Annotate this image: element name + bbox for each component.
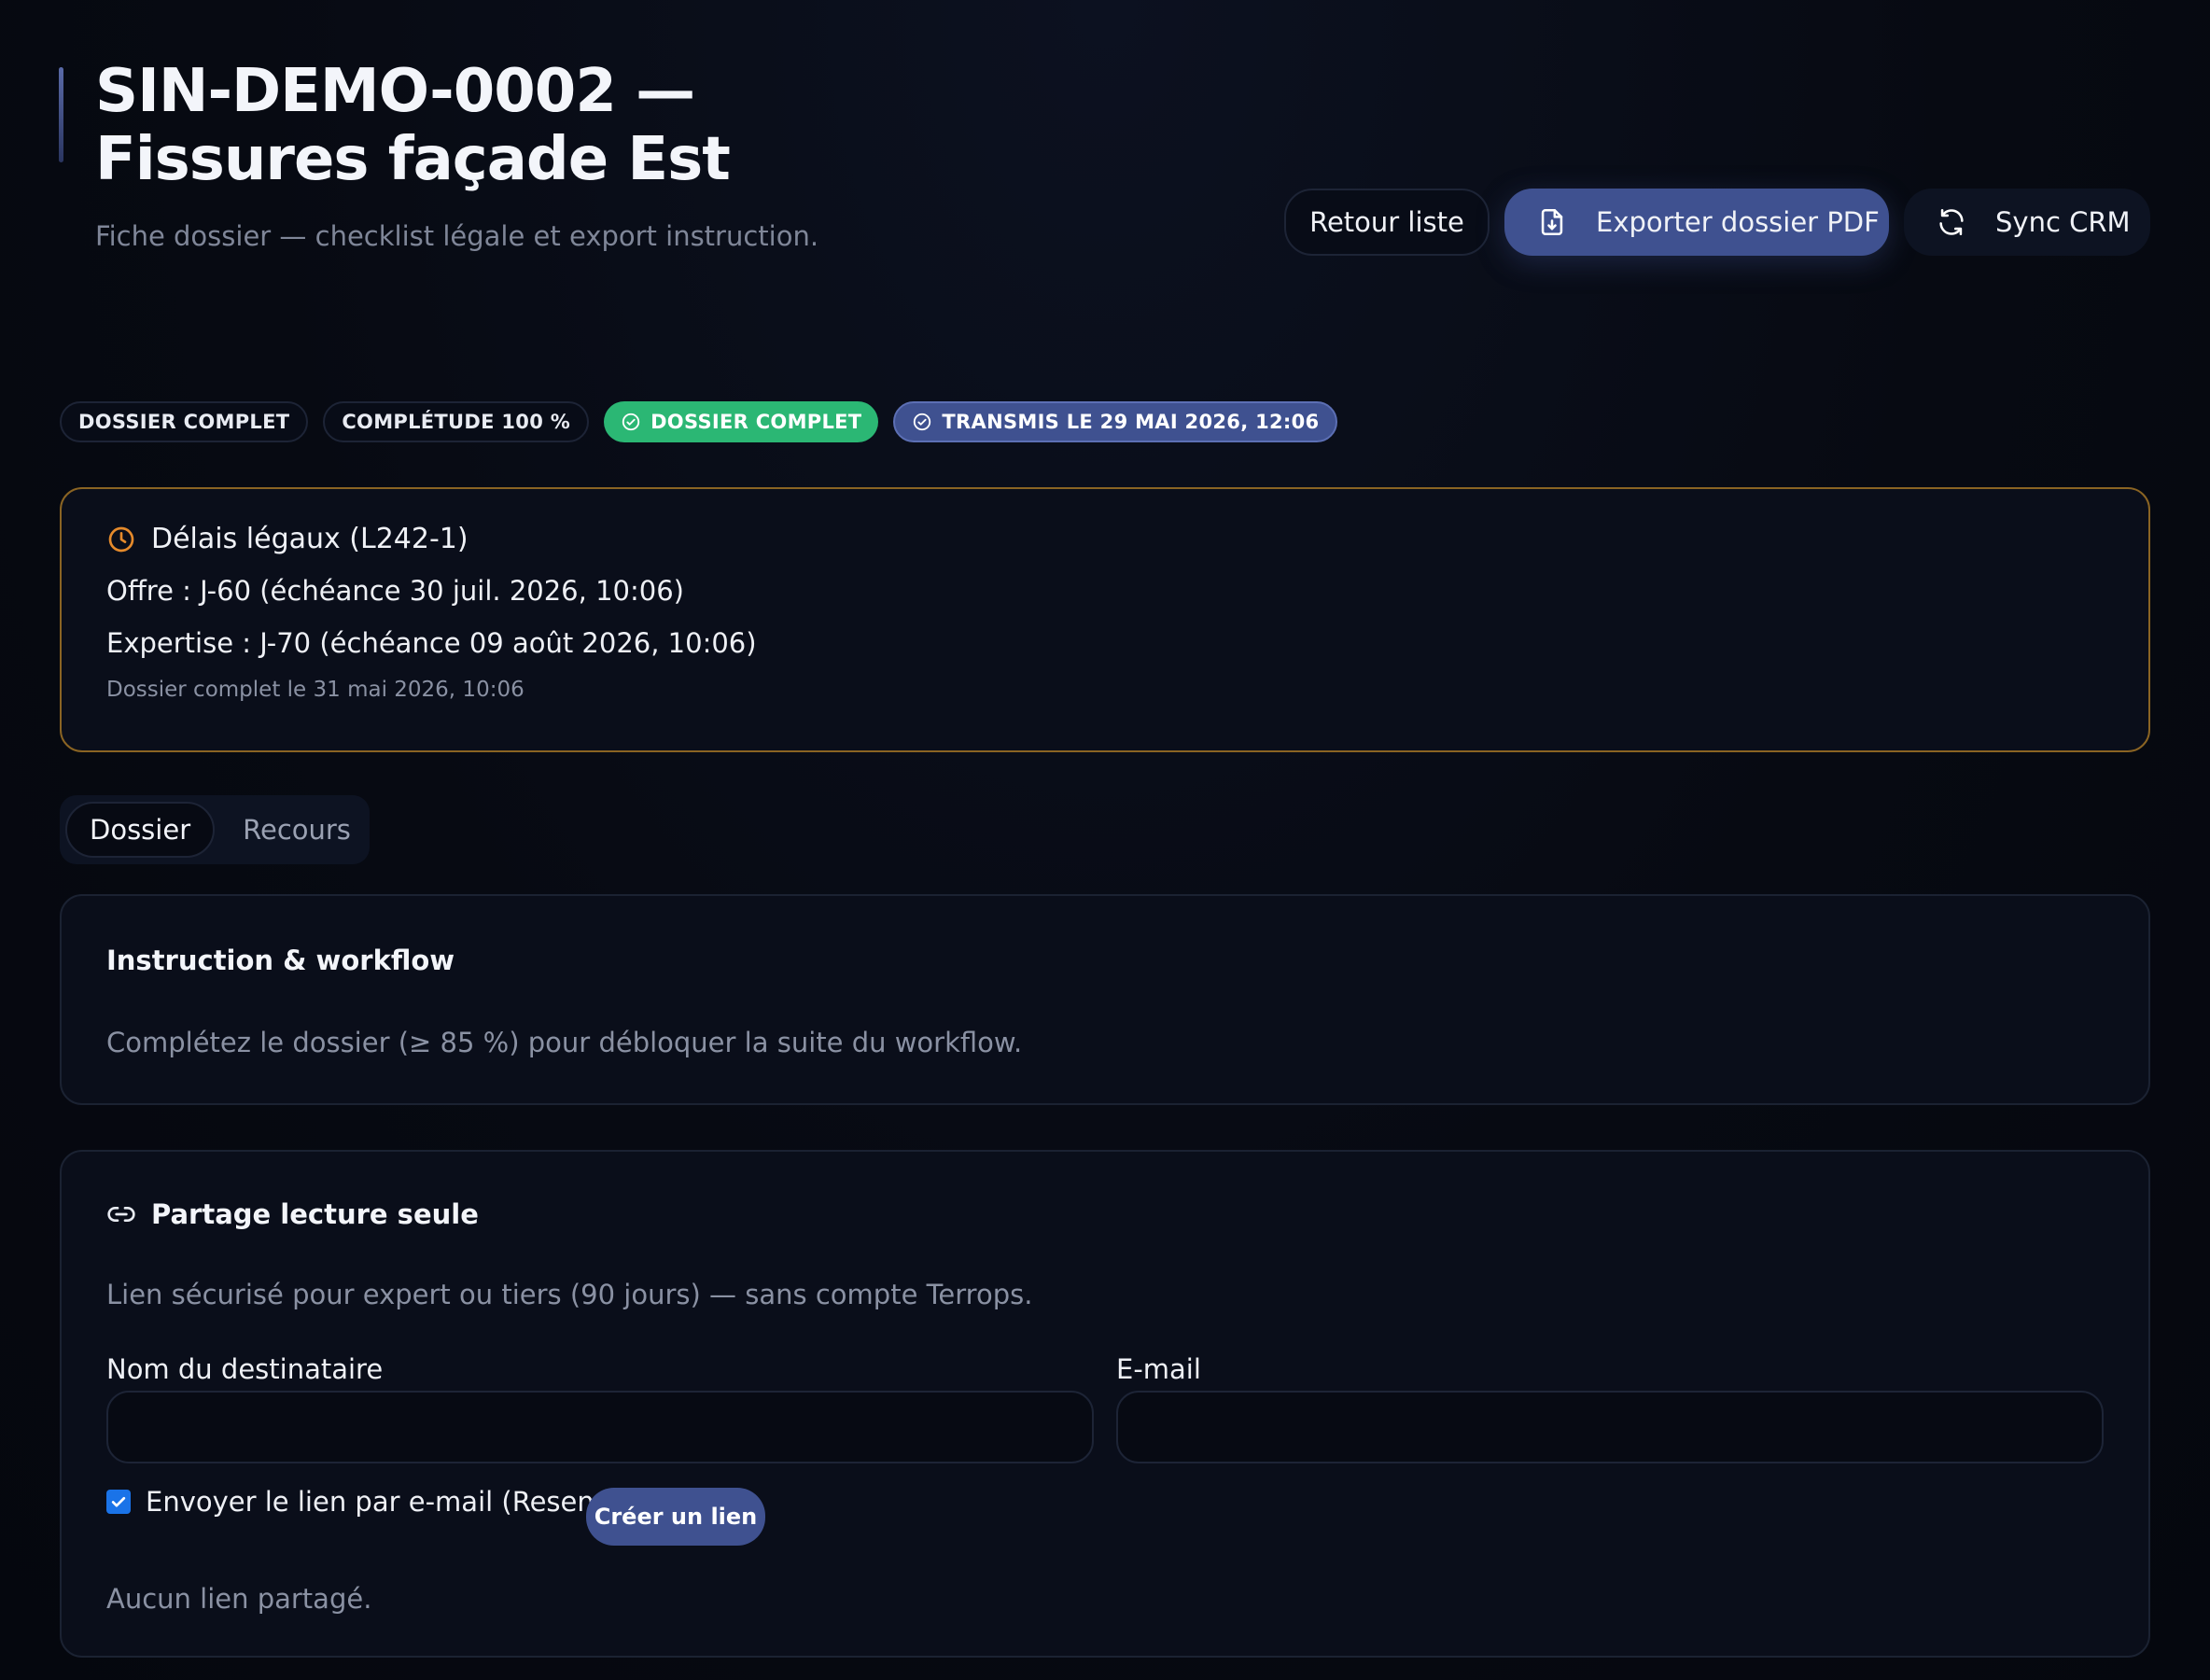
check-circle-icon <box>914 413 931 431</box>
create-link-label: Créer un lien <box>594 1504 758 1530</box>
status-badge-completude: COMPLÉTUDE 100 % <box>323 401 590 442</box>
sync-crm-button[interactable]: Sync CRM <box>1904 189 2150 256</box>
back-to-list-button[interactable]: Retour liste <box>1284 189 1490 256</box>
create-link-button[interactable]: Créer un lien <box>586 1488 765 1546</box>
email-input[interactable] <box>1116 1391 2104 1463</box>
export-pdf-button[interactable]: Exporter dossier PDF <box>1504 189 1889 256</box>
status-badge-complete-check: DOSSIER COMPLET <box>604 401 879 442</box>
status-badge-label: DOSSIER COMPLET <box>650 411 862 433</box>
dossier-complete-date: Dossier complet le 31 mai 2026, 10:06 <box>106 678 525 702</box>
case-detail-page: SIN-DEMO-0002 — Fissures façade Est Fich… <box>0 0 2210 1680</box>
tab-recours[interactable]: Recours <box>220 802 373 858</box>
recipient-name-input[interactable] <box>106 1391 1094 1463</box>
status-badge-dossier-complet: DOSSIER COMPLET <box>60 401 309 442</box>
share-title: Partage lecture seule <box>151 1198 479 1230</box>
legal-deadlines-card: Délais légaux (L242-1) Offre : J-60 (éch… <box>60 487 2150 752</box>
read-only-share-card: Partage lecture seule Lien sécurisé pour… <box>60 1150 2150 1658</box>
status-badge-label: TRANSMIS LE 29 MAI 2026, 12:06 <box>942 411 1320 433</box>
workflow-card: Instruction & workflow Complétez le doss… <box>60 894 2150 1105</box>
check-circle-icon <box>622 413 640 431</box>
status-badge-transmitted: TRANSMIS LE 29 MAI 2026, 12:06 <box>893 401 1338 442</box>
share-header: Partage lecture seule <box>106 1198 479 1230</box>
share-description: Lien sécurisé pour expert ou tiers (90 j… <box>106 1279 1033 1310</box>
recipient-name-label: Nom du destinataire <box>106 1353 384 1385</box>
workflow-title: Instruction & workflow <box>106 945 455 976</box>
offer-deadline: Offre : J-60 (échéance 30 juil. 2026, 10… <box>106 575 684 607</box>
send-email-option: Envoyer le lien par e-mail (Resend) <box>106 1486 622 1518</box>
page-subtitle: Fiche dossier — checklist légale et expo… <box>95 220 819 252</box>
tab-bar: Dossier Recours <box>60 795 370 864</box>
title-accent-bar <box>59 67 63 162</box>
sync-crm-label: Sync CRM <box>1995 206 2131 238</box>
page-title-line-1: SIN-DEMO-0002 — <box>95 57 695 126</box>
page-title-line-2: Fissures façade Est <box>95 125 731 194</box>
legal-deadlines-title: Délais légaux (L242-1) <box>151 523 469 555</box>
send-email-label: Envoyer le lien par e-mail (Resend) <box>146 1486 622 1518</box>
back-to-list-label: Retour liste <box>1309 206 1464 238</box>
file-download-icon <box>1536 206 1568 238</box>
checkmark-icon <box>111 1496 126 1507</box>
page-title: SIN-DEMO-0002 — Fissures façade Est <box>95 57 731 194</box>
clock-icon <box>108 526 134 552</box>
send-email-checkbox[interactable] <box>106 1490 131 1514</box>
link-icon <box>107 1207 135 1222</box>
workflow-message: Complétez le dossier (≥ 85 %) pour déblo… <box>106 1027 1023 1058</box>
expertise-deadline: Expertise : J-70 (échéance 09 août 2026,… <box>106 627 757 659</box>
tab-dossier[interactable]: Dossier <box>65 802 216 858</box>
status-badge-label: DOSSIER COMPLET <box>78 411 290 433</box>
status-badges: DOSSIER COMPLET COMPLÉTUDE 100 % DOSSIER… <box>60 401 1338 442</box>
no-shared-links-text: Aucun lien partagé. <box>106 1583 372 1615</box>
export-pdf-label: Exporter dossier PDF <box>1596 206 1880 238</box>
refresh-icon <box>1936 206 1967 238</box>
status-badge-label: COMPLÉTUDE 100 % <box>342 411 571 433</box>
legal-deadlines-header: Délais légaux (L242-1) <box>106 523 469 555</box>
email-label: E-mail <box>1116 1353 1201 1385</box>
